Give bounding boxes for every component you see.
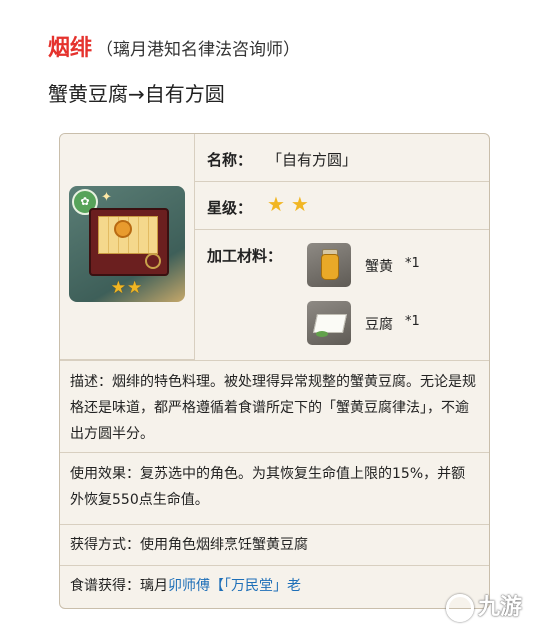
name-label: 名称： [207, 151, 253, 169]
character-name: 烟绯 [48, 36, 93, 61]
name-value: 「自有方圆」 [267, 151, 358, 169]
materials-row: 加工材料： 蟹黄 *1 豆腐 *1 [195, 230, 489, 359]
watermark-text: 九游 [478, 595, 523, 620]
food-info-card: ✿ ✦ ★★ 名称： 「自有方圆」 星级： ★★ 加工材料： 蟹黄 *1 豆腐 … [59, 133, 490, 609]
recipe-subtitle: 蟹黄豆腐→自有方圆 [48, 82, 225, 106]
recipe-source-label: 食谱获得：璃月 [70, 578, 168, 594]
material-name: 豆腐 [365, 317, 393, 333]
material-name: 蟹黄 [365, 259, 393, 275]
material-qty: *1 [405, 314, 420, 329]
tile-rarity-stars: ★★ [110, 278, 144, 298]
rarity-stars: ★★ [267, 192, 315, 216]
recipe-source-link[interactable]: 卯师傅【「万民堂」老 [168, 578, 301, 594]
description-row: 描述：烟绯的特色料理。被处理得异常规整的蟹黄豆腐。无论是规格还是味道，都严格遵循… [60, 360, 489, 453]
header-line: 烟绯 （璃月港知名律法咨询师） [48, 30, 300, 62]
obtain-text: 获得方式：使用角色烟绯烹饪蟹黄豆腐 [70, 537, 308, 553]
dish-box-icon [89, 208, 169, 276]
effect-text: 使用效果：复苏选中的角色。为其恢复生命值上限的15%，并额外恢复550点生命值。 [70, 466, 466, 508]
food-image-cell: ✿ ✦ ★★ [60, 134, 195, 360]
material-qty: *1 [405, 256, 420, 271]
character-title: （璃月港知名律法咨询师） [96, 40, 301, 60]
watermark-logo: 九游 [446, 588, 546, 628]
obtain-row: 获得方式：使用角色烟绯烹饪蟹黄豆腐 [60, 524, 489, 566]
food-image-tile: ✿ ✦ ★★ [69, 186, 185, 302]
name-row: 名称： 「自有方圆」 [195, 134, 489, 182]
rarity-row: 星级： ★★ [195, 182, 489, 230]
sparkle-icon: ✦ [101, 190, 112, 205]
crab-roe-jar-icon [307, 243, 351, 287]
description-text: 描述：烟绯的特色料理。被处理得异常规整的蟹黄豆腐。无论是规格还是味道，都严格遵循… [70, 374, 476, 442]
rarity-label: 星级： [207, 199, 253, 217]
tofu-icon [307, 301, 351, 345]
watermark-swirl-icon [446, 594, 474, 622]
effect-row: 使用效果：复苏选中的角色。为其恢复生命值上限的15%，并额外恢复550点生命值。 [60, 452, 489, 525]
material-item-crab-roe[interactable]: 蟹黄 *1 [307, 243, 489, 287]
material-item-tofu[interactable]: 豆腐 *1 [307, 301, 489, 345]
recipe-source-row: 食谱获得：璃月卯师傅【「万民堂」老 [60, 565, 489, 608]
materials-label: 加工材料： [207, 247, 283, 265]
